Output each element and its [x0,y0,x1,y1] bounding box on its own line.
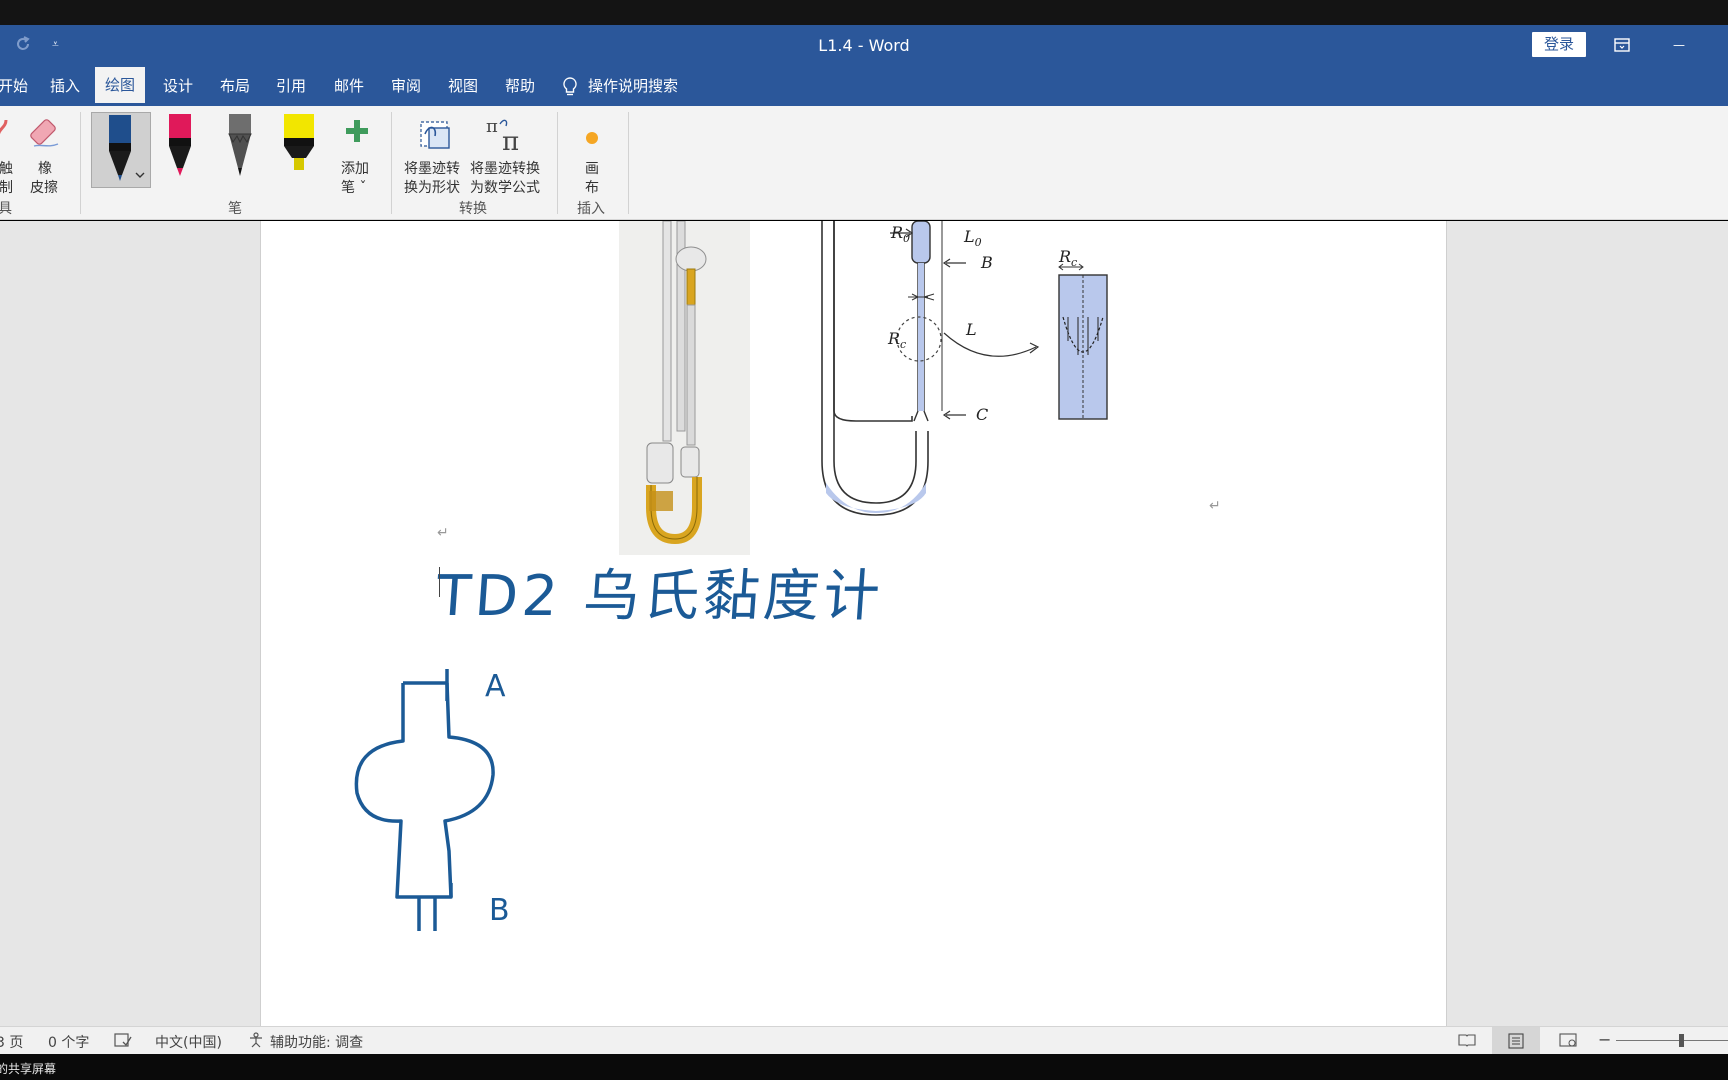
add-pen-label-1: 添加 [341,161,369,177]
pen-pencil-gray[interactable] [211,112,271,188]
pens-group-label: 笔 [228,201,242,217]
sign-in-button[interactable]: 登录 [1532,32,1586,57]
tab-references[interactable]: 引用 [266,67,316,106]
canvas-label-2: 布 [585,180,599,196]
tools-group-label: 具 [0,201,12,217]
ribbon-draw: 触 制 橡 皮擦 具 添加 笔 ˇ 笔 将墨迹转 换为形状 π π 将墨迹转换 … [0,106,1728,220]
tab-mailings[interactable]: 邮件 [324,67,374,106]
print-layout-icon[interactable] [1492,1027,1540,1054]
text-cursor [439,567,440,597]
tab-insert[interactable]: 插入 [40,67,90,106]
paragraph-mark: ↵ [1209,498,1221,514]
diagram-label-rc2: Rc [1059,247,1078,270]
canvas-icon [586,132,598,144]
ink-to-shape-label-2: 换为形状 [404,180,460,196]
document-page[interactable]: R0 L0 B Rc L C Rc ↵ ↵ TD2 乌氏黏度计 A B [260,221,1447,1026]
pen-blue[interactable] [91,112,151,188]
window-title: L1.4 - Word [818,36,910,55]
screen-share-top-bar [0,0,1728,25]
drawing-canvas-button[interactable]: 画 布 [570,112,614,196]
word-count[interactable]: 0 个字 [48,1032,89,1052]
ink-to-math-label-2: 为数学公式 [470,180,540,196]
read-mode-icon[interactable] [1457,1032,1477,1052]
group-divider [628,112,629,214]
tab-layout[interactable]: 布局 [210,67,260,106]
ink-to-math-label-1: 将墨迹转换 [470,161,540,177]
pen-highlighter-yellow[interactable] [270,112,330,188]
zoom-out-button[interactable]: − [1598,1030,1611,1049]
tab-home[interactable]: 开始 [0,67,38,106]
diagram-label-c: C [976,405,989,424]
diagram-label-r0: R0 [891,223,911,246]
title-bar: ⩡ L1.4 - Word 登录 — [0,25,1728,67]
group-divider [391,112,392,214]
diagram-label-b: B [981,253,993,272]
pink-pen-icon [169,114,191,176]
viscometer-photo [619,221,750,555]
ribbon-display-options-icon[interactable] [1605,31,1639,59]
ink-to-shape-label-1: 将墨迹转 [404,161,460,177]
language-indicator[interactable]: 中文(中国) [155,1032,222,1052]
canvas-label-1: 画 [585,161,599,177]
diagram-label-l0: L0 [964,227,982,250]
convert-group-label: 转换 [459,201,487,217]
tab-design[interactable]: 设计 [153,67,203,106]
insert-group-label: 插入 [577,201,605,217]
add-pen-button[interactable]: 添加 笔 ˇ [334,112,384,196]
ink-to-shape-button[interactable]: 将墨迹转 换为形状 [400,112,470,196]
screen-share-label: 的共享屏幕 [0,1062,57,1076]
eraser-label-1: 橡 [38,161,52,177]
highlighter-icon [284,114,314,170]
touch-draw-label-1: 触 [0,161,13,177]
web-layout-icon[interactable] [1558,1032,1578,1052]
tab-view[interactable]: 视图 [438,67,488,106]
ink-to-shape-icon [420,121,450,149]
lightbulb-icon [563,76,577,95]
eraser-icon [30,119,59,147]
touch-draw-button[interactable]: 触 制 [0,112,20,196]
handwritten-title: TD2 乌氏黏度计 [434,564,886,629]
touch-draw-label-2: 制 [0,180,13,196]
paragraph-mark: ↵ [437,525,449,541]
ink-to-math-button[interactable]: π π 将墨迹转换 为数学公式 [468,112,548,196]
zoom-slider[interactable] [1616,1040,1728,1041]
eraser-button[interactable]: 橡 皮擦 [24,112,66,196]
page-count[interactable]: 3 页 [0,1032,23,1052]
tab-draw[interactable]: 绘图 [95,67,146,106]
tell-me-label: 操作说明搜索 [588,77,679,95]
add-pen-label-2: 笔 ˇ [341,180,367,196]
status-bar: 3 页 0 个字 中文(中国) 辅助功能: 调查 − [0,1026,1728,1054]
minimize-button[interactable]: — [1662,31,1696,59]
sketch-label-a: A [485,669,506,704]
svg-text:π: π [486,116,498,137]
eraser-label-2: 皮擦 [30,180,58,196]
screen-share-bottom-bar: 的共享屏幕 [0,1054,1728,1080]
tab-review[interactable]: 审阅 [381,67,431,106]
diagram-label-rc: Rc [888,329,907,352]
accessibility-icon [248,1032,266,1052]
ribbon-tabs: 开始 插入 绘图 设计 布局 引用 邮件 审阅 视图 帮助 操作说明搜索 [0,67,1728,106]
ink-to-math-icon: π π [486,116,519,154]
pencil-icon [228,114,252,176]
proofing-icon[interactable] [114,1032,132,1052]
document-area: R0 L0 B Rc L C Rc ↵ ↵ TD2 乌氏黏度计 A B [0,221,1728,1026]
tell-me-search[interactable]: 操作说明搜索 [562,67,678,106]
viscometer-sketch [354,669,495,931]
zoom-slider-thumb[interactable] [1679,1034,1684,1047]
tab-help[interactable]: 帮助 [495,67,545,106]
touch-draw-icon [0,119,8,135]
group-divider [557,112,558,214]
diagram-label-l: L [966,320,977,339]
accessibility-status[interactable]: 辅助功能: 调查 [270,1032,363,1052]
group-divider [80,112,81,214]
blue-pen-icon [109,115,145,181]
pen-pink[interactable] [151,112,211,188]
svg-text:π: π [502,127,519,154]
sketch-label-b: B [489,893,510,928]
plus-icon [346,120,368,142]
